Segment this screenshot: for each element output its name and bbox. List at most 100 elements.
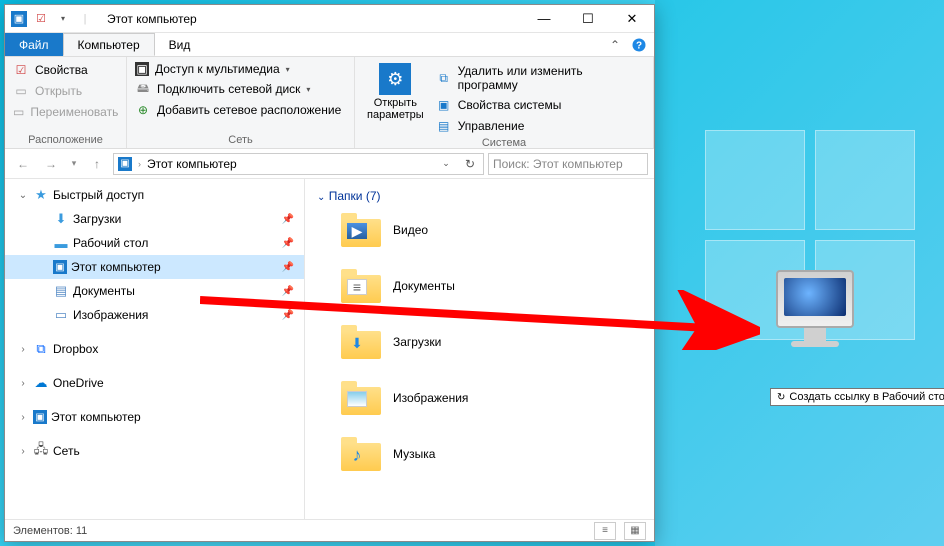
- manage-button[interactable]: ▤ Управление: [434, 117, 647, 135]
- pin-icon: 📌: [282, 214, 294, 225]
- close-button[interactable]: ✕: [610, 5, 654, 33]
- up-button[interactable]: ↑: [85, 152, 109, 176]
- maximize-button[interactable]: ☐: [566, 5, 610, 33]
- folder-label: Загрузки: [393, 335, 441, 349]
- media-icon: ▣: [135, 62, 149, 76]
- folder-label: Изображения: [393, 391, 468, 405]
- history-dropdown-icon[interactable]: ▾: [67, 152, 81, 176]
- address-bar: ← → ▾ ↑ ▣ › Этот компьютер ⌄ ↻ Поиск: Эт…: [5, 149, 654, 179]
- chevron-right-icon[interactable]: ›: [17, 412, 29, 423]
- titlebar: ▣ ☑ ▾ | Этот компьютер — ☐ ✕: [5, 5, 654, 33]
- add-location-label: Добавить сетевое расположение: [157, 103, 341, 117]
- tab-file[interactable]: Файл: [5, 33, 63, 56]
- window-controls: — ☐ ✕: [522, 5, 654, 33]
- address-text: Этот компьютер: [147, 157, 431, 171]
- add-location-button[interactable]: ⊕ Добавить сетевое расположение: [133, 101, 348, 119]
- tree-dropbox[interactable]: › ⧉ Dropbox: [5, 337, 304, 361]
- tree-label: Рабочий стол: [73, 236, 148, 250]
- status-item-count: Элементов: 11: [13, 525, 87, 537]
- tree-network[interactable]: › 🖧 Сеть: [5, 439, 304, 463]
- group-label-location: Расположение: [11, 132, 120, 146]
- chevron-down-icon[interactable]: ⌄: [17, 190, 29, 201]
- qat-separator: |: [77, 11, 93, 27]
- folder-icon: ⬇: [341, 325, 381, 359]
- forward-button[interactable]: →: [39, 152, 63, 176]
- media-access-button[interactable]: ▣ Доступ к мультимедиа ▾: [133, 61, 348, 77]
- view-icons-button[interactable]: ▦: [624, 522, 646, 540]
- tree-label: Этот компьютер: [51, 410, 141, 424]
- ribbon-group-network: ▣ Доступ к мультимедиа ▾ 🖴 Подключить се…: [127, 57, 355, 148]
- chevron-right-icon[interactable]: ›: [17, 344, 29, 355]
- shortcut-icon: ↻: [777, 392, 785, 403]
- open-icon: ▭: [13, 83, 29, 99]
- help-icon[interactable]: ?: [624, 33, 654, 56]
- tree-label: Документы: [73, 284, 135, 298]
- tab-computer[interactable]: Компьютер: [63, 33, 155, 56]
- tree-documents[interactable]: ▤ Документы 📌: [5, 279, 304, 303]
- folder-icon: ♪: [341, 437, 381, 471]
- cloud-icon: ☁: [33, 375, 49, 391]
- tree-label: Изображения: [73, 308, 148, 322]
- map-drive-button[interactable]: 🖴 Подключить сетевой диск ▾: [133, 80, 348, 98]
- folder-music[interactable]: ♪ Музыка: [313, 433, 646, 489]
- drag-tooltip: ↻ Создать ссылку в Рабочий стол: [770, 388, 944, 406]
- tab-view[interactable]: Вид: [155, 33, 205, 56]
- tree-this-pc-root[interactable]: › ▣ Этот компьютер: [5, 405, 304, 429]
- back-button[interactable]: ←: [11, 152, 35, 176]
- pin-icon: 📌: [282, 310, 294, 321]
- chevron-right-icon: ›: [138, 159, 141, 169]
- properties-icon[interactable]: ☑: [33, 11, 49, 27]
- sysprops-icon: ▣: [436, 97, 452, 113]
- settings-label-1: Открыть: [374, 97, 417, 109]
- tree-label: OneDrive: [53, 376, 104, 390]
- tree-downloads[interactable]: ⬇ Загрузки 📌: [5, 207, 304, 231]
- downloads-icon: ⬇: [53, 211, 69, 227]
- chevron-right-icon[interactable]: ›: [17, 378, 29, 389]
- ribbon-collapse-icon[interactable]: ⌃: [606, 33, 624, 56]
- open-settings-button[interactable]: ⚙ Открытьпараметры: [361, 61, 430, 135]
- explorer-window: ▣ ☑ ▾ | Этот компьютер — ☐ ✕ Файл Компью…: [4, 4, 655, 542]
- network-icon: 🖧: [33, 443, 49, 459]
- tree-label: Сеть: [53, 444, 80, 458]
- open-button: ▭ Открыть: [11, 82, 120, 100]
- tree-label: Быстрый доступ: [53, 188, 144, 202]
- folder-documents[interactable]: ≡ Документы: [313, 265, 646, 321]
- tree-desktop[interactable]: ▬ Рабочий стол 📌: [5, 231, 304, 255]
- folder-pictures[interactable]: Изображения: [313, 377, 646, 433]
- computer-icon[interactable]: ▣: [11, 11, 27, 27]
- folders-section-header[interactable]: ⌄ Папки (7): [313, 185, 646, 209]
- refresh-icon[interactable]: ↻: [461, 157, 479, 171]
- tree-quick-access[interactable]: ⌄ ★ Быстрый доступ: [5, 183, 304, 207]
- folder-icon: ≡: [341, 269, 381, 303]
- qat-dropdown-icon[interactable]: ▾: [55, 11, 71, 27]
- address-dropdown-icon[interactable]: ⌄: [437, 158, 455, 169]
- search-input[interactable]: Поиск: Этот компьютер: [488, 153, 648, 175]
- rename-icon: ▭: [13, 104, 24, 120]
- tree-onedrive[interactable]: › ☁ OneDrive: [5, 371, 304, 395]
- chevron-right-icon[interactable]: ›: [17, 446, 29, 457]
- uninstall-icon: ⧉: [436, 70, 452, 86]
- tooltip-text: Создать ссылку в Рабочий стол: [789, 391, 944, 403]
- minimize-button[interactable]: —: [522, 5, 566, 33]
- properties-button[interactable]: ☑ Свойства: [11, 61, 120, 79]
- computer-icon: ▣: [33, 410, 47, 424]
- pin-icon: 📌: [282, 262, 294, 273]
- quick-access-toolbar: ▣ ☑ ▾ |: [5, 11, 99, 27]
- ribbon-body: ☑ Свойства ▭ Открыть ▭ Переименовать Рас…: [5, 57, 654, 149]
- drive-icon: 🖴: [135, 81, 151, 97]
- folder-videos[interactable]: ▶ Видео: [313, 209, 646, 265]
- system-properties-button[interactable]: ▣ Свойства системы: [434, 96, 647, 114]
- documents-icon: ▤: [53, 283, 69, 299]
- uninstall-button[interactable]: ⧉ Удалить или изменить программу: [434, 63, 647, 93]
- address-field[interactable]: ▣ › Этот компьютер ⌄ ↻: [113, 153, 484, 175]
- properties-label: Свойства: [35, 63, 88, 77]
- tree-pictures[interactable]: ▭ Изображения 📌: [5, 303, 304, 327]
- ribbon-tabs: Файл Компьютер Вид ⌃ ?: [5, 33, 654, 57]
- tree-this-pc[interactable]: ▣ Этот компьютер 📌: [5, 255, 304, 279]
- folder-downloads[interactable]: ⬇ Загрузки: [313, 321, 646, 377]
- gear-icon: ⚙: [379, 63, 411, 95]
- chevron-down-icon: ⌄: [317, 192, 325, 203]
- svg-text:?: ?: [636, 40, 642, 51]
- view-details-button[interactable]: ≡: [594, 522, 616, 540]
- search-placeholder: Поиск: Этот компьютер: [493, 157, 623, 171]
